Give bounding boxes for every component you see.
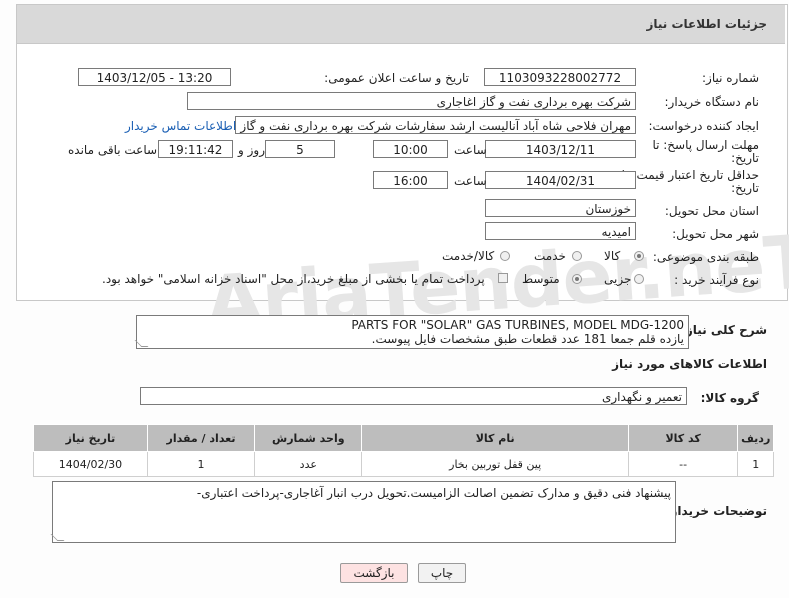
- resize-handle-icon[interactable]: [134, 340, 149, 347]
- treasury-payment-checkbox[interactable]: [498, 273, 508, 283]
- creator-label: ایجاد کننده درخواست:: [648, 119, 759, 133]
- reply-deadline-label: مهلت ارسال پاسخ: تا: [652, 138, 759, 152]
- process-radio-minor[interactable]: [634, 274, 644, 284]
- need-number-label: شماره نیاز:: [702, 71, 759, 85]
- category-radio-goods[interactable]: [634, 251, 644, 261]
- goods-group-label: گروه کالا:: [700, 391, 759, 405]
- creator-field: مهران فلاحی شاه آباد آنالیست ارشد سفارشا…: [235, 116, 636, 134]
- province-field: خوزستان: [485, 199, 636, 217]
- col-qty-header: تعداد / مقدار: [146, 424, 256, 452]
- process-option-medium: متوسط: [522, 272, 560, 286]
- cell-date: 1404/02/30: [33, 451, 148, 477]
- col-code-header: کد کالا: [627, 424, 739, 452]
- category-radio-service[interactable]: [572, 251, 582, 261]
- goods-group-field: تعمیر و نگهداری: [140, 387, 687, 405]
- category-label: طبقه بندی موضوعی:: [652, 250, 759, 264]
- buyer-notes-box: پیشنهاد فنی دقیق و مدارک تضمین اصالت الز…: [50, 481, 676, 543]
- goods-section-title: اطلاعات کالاهای مورد نیاز: [612, 357, 767, 371]
- announce-label: تاریخ و ساعت اعلان عمومی:: [324, 71, 469, 85]
- table-row: 1 -- پین قفل توربین بخار عدد 1 1404/02/3…: [33, 451, 774, 477]
- back-button[interactable]: بازگشت: [340, 563, 408, 583]
- page-title: جزئیات اطلاعات نیاز: [646, 17, 767, 31]
- goods-table: ردیف کد کالا نام کالا واحد شمارش تعداد /…: [33, 424, 774, 477]
- city-label: شهر محل تحویل:: [672, 227, 759, 241]
- cell-qty: 1: [146, 451, 256, 477]
- city-field: امیدیه: [485, 222, 636, 240]
- description-box: PARTS FOR "SOLAR" GAS TURBINES, MODEL MD…: [134, 315, 689, 349]
- reply-deadline-label-2: تاریخ:: [731, 151, 759, 165]
- need-number-field: 1103093228002772: [484, 68, 636, 86]
- description-line-1: PARTS FOR "SOLAR" GAS TURBINES, MODEL MD…: [351, 318, 684, 332]
- col-row-header: ردیف: [737, 424, 774, 452]
- buyer-field: شرکت بهره برداری نفت و گاز اغاجاری: [187, 92, 636, 110]
- reply-time-field: 10:00: [373, 140, 448, 158]
- description-label: شرح کلی نیاز:: [681, 323, 767, 337]
- validity-time-field: 16:00: [373, 171, 448, 189]
- cell-code: --: [627, 451, 739, 477]
- buyer-notes-text: پیشنهاد فنی دقیق و مدارک تضمین اصالت الز…: [196, 486, 671, 500]
- contact-info-link[interactable]: اطلاعات تماس خریدار: [125, 119, 236, 133]
- process-label: نوع فرآیند خرید :: [674, 273, 759, 287]
- days-field: 5: [265, 140, 335, 158]
- category-option-service: خدمت: [534, 249, 566, 263]
- remaining-time-field: 19:11:42: [158, 140, 233, 158]
- announce-field: 1403/12/05 - 13:20: [78, 68, 231, 86]
- reply-time-label: ساعت: [454, 143, 487, 157]
- cell-row: 1: [737, 451, 774, 477]
- buyer-notes-label: توضیحات خریدار:: [665, 504, 767, 518]
- buyer-label: نام دستگاه خریدار:: [664, 95, 760, 109]
- col-name-header: نام کالا: [361, 424, 629, 452]
- validity-time-label: ساعت: [454, 174, 487, 188]
- validity-label: حداقل تاریخ اعتبار قیمت: تا: [621, 168, 759, 182]
- reply-date-field: 1403/12/11: [485, 140, 636, 158]
- treasury-payment-note: پرداخت تمام یا بخشی از مبلغ خرید،از محل …: [102, 272, 485, 286]
- remaining-label: ساعت باقی مانده: [68, 143, 158, 157]
- days-label: روز و: [238, 143, 265, 157]
- goods-table-header-row: ردیف کد کالا نام کالا واحد شمارش تعداد /…: [33, 424, 774, 452]
- province-label: استان محل تحویل:: [664, 204, 759, 218]
- description-line-2: یازده قلم جمعا 181 عدد قطعات طبق مشخصات …: [371, 332, 684, 346]
- process-option-minor: جزیی: [604, 272, 632, 286]
- print-button[interactable]: چاپ: [418, 563, 466, 583]
- category-option-both: کالا/خدمت: [442, 249, 495, 263]
- category-option-goods: کالا: [604, 249, 621, 263]
- category-radio-both[interactable]: [500, 251, 510, 261]
- resize-handle-icon[interactable]: [50, 534, 65, 541]
- col-date-header: تاریخ نیاز: [33, 424, 148, 452]
- validity-label-2: تاریخ:: [731, 181, 759, 195]
- col-unit-header: واحد شمارش: [254, 424, 363, 452]
- validity-date-field: 1404/02/31: [485, 171, 636, 189]
- process-radio-medium[interactable]: [572, 274, 582, 284]
- cell-name: پین قفل توربین بخار: [361, 451, 629, 477]
- cell-unit: عدد: [254, 451, 363, 477]
